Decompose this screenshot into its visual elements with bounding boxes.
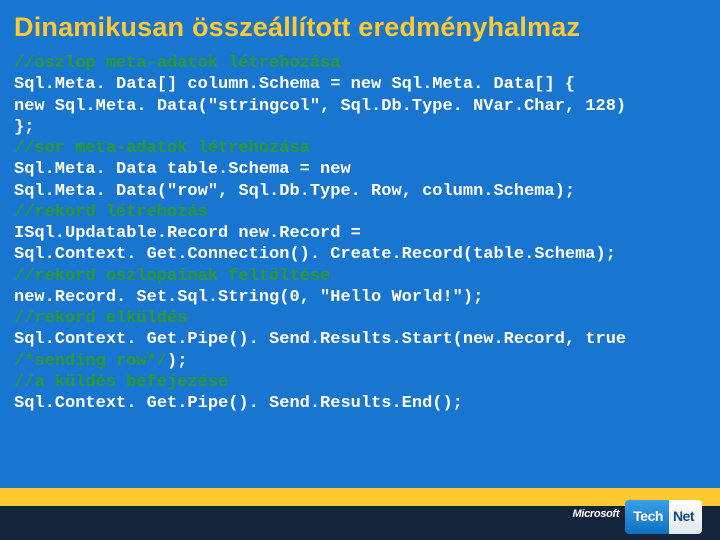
code-comment: //oszlop meta-adatok létrehozása <box>14 53 706 74</box>
footer: Microsoft Tech Net <box>0 488 720 540</box>
code-line: Sql.Meta. Data table.Schema = new <box>14 159 706 180</box>
code-line: }; <box>14 117 706 138</box>
code-line: Sql.Context. Get.Connection(). Create.Re… <box>14 244 706 265</box>
code-line: Sql.Context. Get.Pipe(). Send.Results.St… <box>14 329 706 372</box>
code-comment: //sor meta-adatok létrehozása <box>14 138 706 159</box>
code-comment: //rekord oszlopainak feltöltése <box>14 266 706 287</box>
slide-title: Dinamikusan összeállított eredményhalmaz <box>0 0 720 51</box>
microsoft-wordmark: Microsoft <box>572 508 619 520</box>
code-line: Sql.Context. Get.Pipe(). Send.Results.En… <box>14 393 706 414</box>
slide: Dinamikusan összeállított eredményhalmaz… <box>0 0 720 540</box>
code-comment-inline: /*sending row*/ <box>14 352 167 371</box>
code-comment: //rekord létrehozás <box>14 202 706 223</box>
technet-logo-net: Net <box>669 500 702 534</box>
code-comment: //rekord elküldés <box>14 308 706 329</box>
footer-logo: Microsoft Tech Net <box>572 500 702 534</box>
code-line: Sql.Meta. Data("row", Sql.Db.Type. Row, … <box>14 181 706 202</box>
code-line: new.Record. Set.Sql.String(0, "Hello Wor… <box>14 287 706 308</box>
code-line: ISql.Updatable.Record new.Record = <box>14 223 706 244</box>
code-block: //oszlop meta-adatok létrehozása Sql.Met… <box>0 51 720 414</box>
code-line: new Sql.Meta. Data("stringcol", Sql.Db.T… <box>14 96 706 117</box>
code-line: Sql.Meta. Data[] column.Schema = new Sql… <box>14 74 706 95</box>
code-text: ); <box>167 352 187 371</box>
technet-logo: Tech Net <box>625 500 702 534</box>
technet-logo-tech: Tech <box>625 500 669 534</box>
code-comment: //a küldés befejezése <box>14 372 706 393</box>
code-text: Sql.Context. Get.Pipe(). Send.Results.St… <box>14 330 626 349</box>
